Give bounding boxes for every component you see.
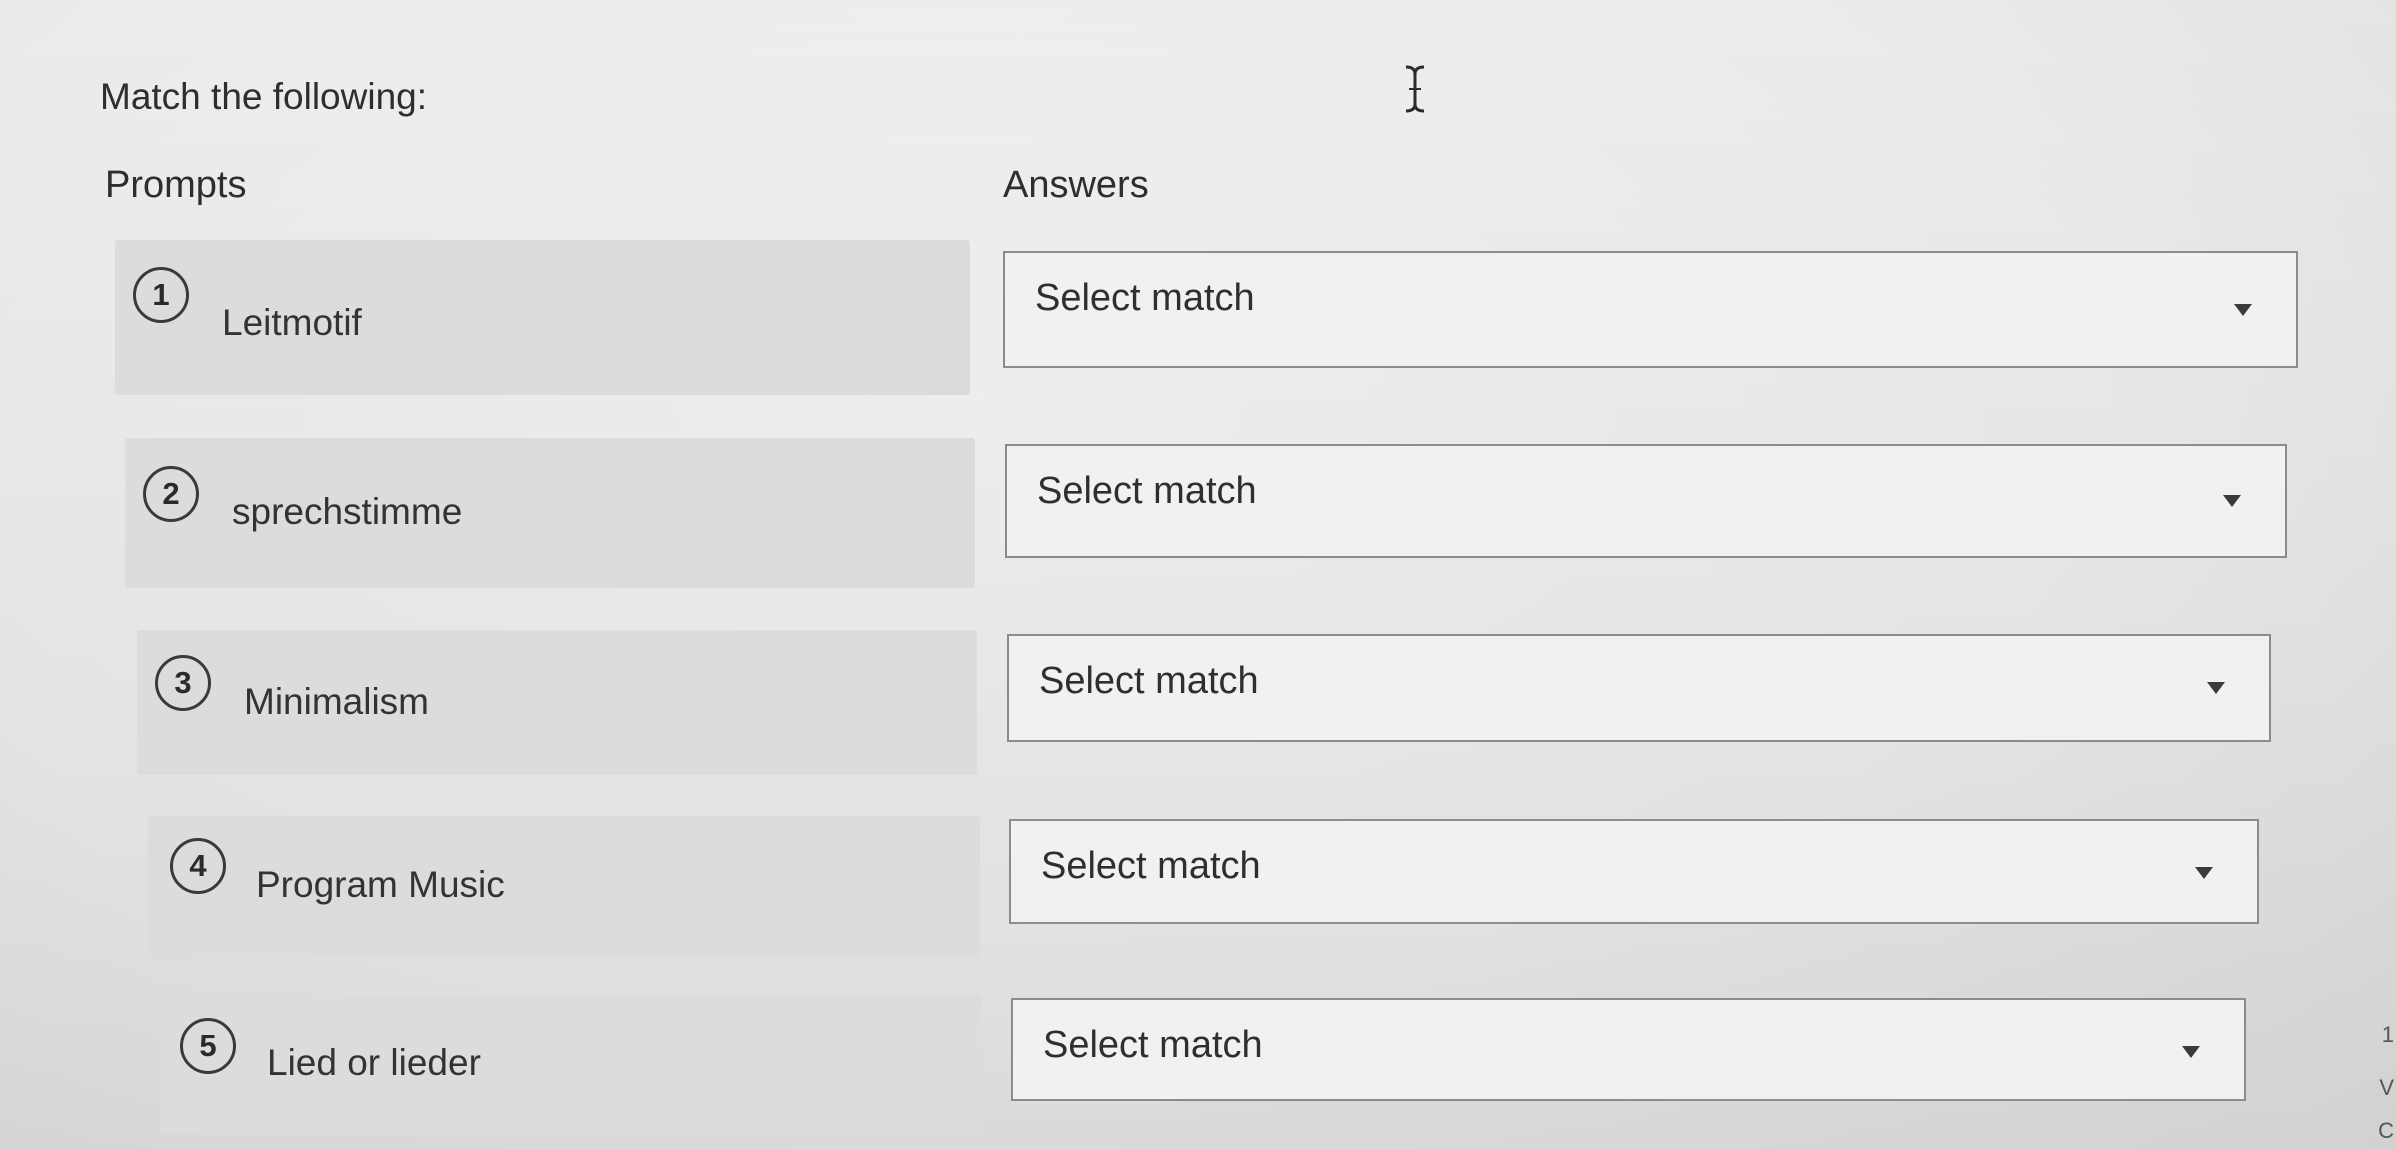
- answer-select-4[interactable]: Select match: [1009, 819, 2259, 924]
- prompt-number-badge: 5: [180, 1018, 236, 1074]
- caret-down-icon: [2234, 304, 2252, 316]
- caret-down-icon: [2182, 1046, 2200, 1058]
- prompt-number-badge: 2: [143, 466, 199, 522]
- prompt-label: sprechstimme: [232, 491, 463, 532]
- select-value: Select match: [1043, 1024, 1263, 1066]
- select-value: Select match: [1035, 277, 1255, 319]
- select-value: Select match: [1041, 845, 1261, 887]
- prompt-number-badge: 1: [133, 267, 189, 323]
- caret-down-icon: [2223, 495, 2241, 507]
- prompt-label: Minimalism: [244, 681, 429, 722]
- clipped-edge-text: C: [2378, 1118, 2394, 1143]
- answer-select-3[interactable]: Select match: [1007, 634, 2271, 742]
- clipped-edge-text: V: [2379, 1075, 2394, 1100]
- select-value: Select match: [1037, 470, 1257, 512]
- prompt-label: Lied or lieder: [267, 1042, 481, 1083]
- caret-down-icon: [2195, 867, 2213, 879]
- prompts-column-header: Prompts: [105, 164, 247, 206]
- question-title: Match the following:: [100, 76, 428, 117]
- answer-select-2[interactable]: Select match: [1005, 444, 2287, 558]
- answer-select-1[interactable]: Select match: [1003, 251, 2298, 368]
- prompt-label: Program Music: [256, 864, 505, 905]
- clipped-edge-text: 1: [2381, 1022, 2394, 1047]
- prompt-label: Leitmotif: [222, 302, 362, 343]
- answer-select-5[interactable]: Select match: [1011, 998, 2246, 1101]
- prompt-number-badge: 4: [170, 838, 226, 894]
- text-cursor-icon: [1405, 65, 1425, 113]
- select-value: Select match: [1039, 660, 1259, 702]
- prompt-number-badge: 3: [155, 655, 211, 711]
- answers-column-header: Answers: [1003, 164, 1149, 206]
- caret-down-icon: [2207, 682, 2225, 694]
